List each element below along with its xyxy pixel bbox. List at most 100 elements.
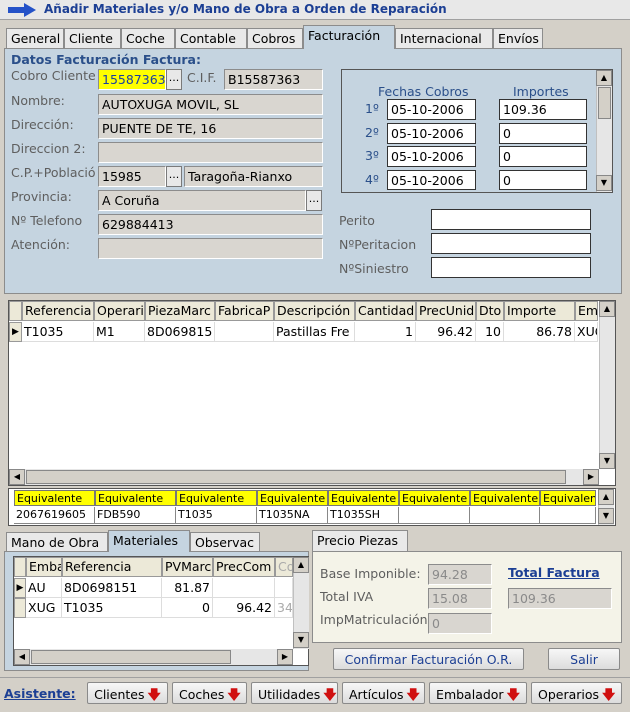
tab-precio-piezas[interactable]: Precio Piezas (312, 530, 408, 552)
peritacion-field[interactable] (431, 233, 591, 254)
scroll-up-icon[interactable]: ▲ (596, 70, 612, 86)
atencion-field[interactable] (98, 238, 323, 259)
total-factura-field[interactable]: 109.36 (508, 588, 612, 609)
tab-facturacion[interactable]: Facturación (303, 25, 395, 49)
col-descripcion[interactable]: Descripción (274, 301, 355, 321)
col-co[interactable]: Co (275, 557, 293, 577)
col-operario[interactable]: Operari (94, 301, 145, 321)
imp-matriculacion-field[interactable]: 0 (428, 613, 492, 634)
equivalente-value[interactable]: T1035 (176, 507, 257, 524)
col-em[interactable]: Em (575, 301, 598, 321)
col-cantidad[interactable]: Cantidad (355, 301, 416, 321)
scroll-up-icon[interactable]: ▲ (598, 489, 614, 505)
cobro-row-1-fecha[interactable]: 05-10-2006 (387, 99, 476, 120)
table-cell[interactable]: 0 (162, 598, 213, 618)
cobros-scrollbar[interactable]: ▲ ▼ (596, 70, 612, 192)
tab-observac[interactable]: Observac (190, 532, 260, 552)
direccion-field[interactable]: PUENTE DE TE, 16 (98, 118, 323, 139)
provincia-field[interactable]: A Coruña (98, 190, 306, 211)
table-cell[interactable]: M1 (94, 322, 145, 342)
col-dto[interactable]: Dto (476, 301, 504, 321)
scroll-right-icon[interactable]: ▶ (583, 469, 599, 485)
col-piezamarc[interactable]: PiezaMarc (145, 301, 215, 321)
operarios-button[interactable]: Operarios 🡇 (531, 682, 622, 704)
table-cell[interactable]: T1035 (22, 322, 94, 342)
salir-button[interactable]: Salir (548, 648, 620, 670)
tab-cobros[interactable]: Cobros (247, 28, 303, 48)
materiales-vscrollbar[interactable]: ▲ ▼ (293, 557, 309, 649)
table-cell[interactable] (213, 578, 275, 598)
tab-cliente[interactable]: Cliente (64, 28, 121, 48)
scroll-down-icon[interactable]: ▼ (598, 508, 614, 524)
scroll-thumb[interactable] (598, 87, 611, 119)
equivalente-value[interactable]: 2067619605 (14, 507, 95, 524)
cp-field[interactable]: 15985 (98, 166, 166, 187)
embalador-button[interactable]: Embalador 🡇 (429, 682, 527, 704)
cobro-row-4-fecha[interactable]: 05-10-2006 (387, 170, 476, 190)
lines-vscrollbar[interactable]: ▲ ▼ (599, 301, 615, 469)
equivalente-value[interactable]: T1035NA (257, 507, 328, 524)
col-fabricap[interactable]: FabricaP (215, 301, 274, 321)
table-cell[interactable]: XUG (575, 322, 598, 342)
equivalente-value[interactable] (540, 507, 596, 524)
table-cell[interactable]: AU (26, 578, 62, 598)
cobro-row-2-fecha[interactable]: 05-10-2006 (387, 123, 476, 144)
materiales-hscrollbar[interactable]: ◀ ▶ (14, 649, 293, 665)
table-cell[interactable] (215, 322, 274, 342)
direccion2-field[interactable] (98, 142, 323, 163)
total-iva-field[interactable]: 15.08 (428, 588, 492, 609)
cp-lookup-button[interactable]: ... (166, 166, 182, 187)
cobro-row-2-importe[interactable]: 0 (499, 123, 587, 144)
table-cell[interactable]: 1 (355, 322, 416, 342)
table-cell[interactable] (275, 578, 293, 598)
cobro-cliente-lookup-button[interactable]: ... (166, 69, 182, 90)
table-cell[interactable]: 81.87 (162, 578, 213, 598)
table-cell[interactable]: XUG (26, 598, 62, 618)
scroll-left-icon[interactable]: ◀ (9, 469, 25, 485)
table-cell[interactable]: 86.78 (504, 322, 575, 342)
equivalente-value[interactable]: FDB590 (95, 507, 176, 524)
confirmar-facturacion-button[interactable]: Confirmar Facturación O.R. (333, 648, 524, 670)
scroll-down-icon[interactable]: ▼ (599, 453, 615, 469)
cobro-row-4-importe[interactable]: 0 (499, 170, 587, 190)
col-pvmarc[interactable]: PVMarc (162, 557, 213, 577)
cobro-cliente-field[interactable]: 15587363 (98, 69, 166, 90)
cobro-row-3-importe[interactable]: 0 (499, 146, 587, 167)
telefono-field[interactable]: 629884413 (98, 214, 323, 235)
tab-coche[interactable]: Coche (121, 28, 175, 48)
lines-hscrollbar[interactable]: ◀ ▶ (9, 469, 599, 485)
table-cell[interactable]: 96.42 (213, 598, 275, 618)
scroll-thumb[interactable] (31, 650, 231, 664)
tab-general[interactable]: General (6, 28, 64, 48)
equivalente-value[interactable]: T1035SH (328, 507, 399, 524)
base-imponible-field[interactable]: 94.28 (428, 564, 492, 585)
table-cell[interactable]: 10 (476, 322, 504, 342)
provincia-lookup-button[interactable]: ... (306, 190, 322, 211)
col-precunid[interactable]: PrecUnid (416, 301, 476, 321)
siniestro-field[interactable] (431, 257, 591, 278)
table-cell[interactable]: T1035 (62, 598, 162, 618)
scroll-up-icon[interactable]: ▲ (599, 301, 615, 317)
cif-field[interactable]: B15587363 (224, 69, 323, 90)
cobro-row-3-fecha[interactable]: 05-10-2006 (387, 146, 476, 167)
tab-contable[interactable]: Contable (175, 28, 247, 48)
perito-field[interactable] (431, 209, 591, 230)
clientes-button[interactable]: Clientes 🡇 (87, 682, 168, 704)
cobro-row-1-importe[interactable]: 109.36 (499, 99, 587, 120)
equivalentes-scrollbar[interactable]: ▲ ▼ (598, 489, 614, 525)
col-referencia[interactable]: Referencia (62, 557, 162, 577)
col-importe[interactable]: Importe (504, 301, 575, 321)
scroll-down-icon[interactable]: ▼ (293, 632, 309, 648)
tab-envios[interactable]: Envíos (493, 28, 543, 48)
table-cell[interactable]: 8D069815 (145, 322, 215, 342)
coches-button[interactable]: Coches 🡇 (172, 682, 247, 704)
tab-materiales[interactable]: Materiales (108, 530, 190, 552)
col-preccom[interactable]: PrecCom (213, 557, 275, 577)
utilidades-button[interactable]: Utilidades 🡇 (251, 682, 338, 704)
tab-mano-de-obra[interactable]: Mano de Obra (6, 532, 108, 552)
scroll-right-icon[interactable]: ▶ (277, 649, 293, 665)
nombre-field[interactable]: AUTOXUGA MOVIL, SL (98, 94, 323, 115)
articulos-button[interactable]: Artículos 🡇 (342, 682, 425, 704)
table-cell[interactable]: 96.42 (416, 322, 476, 342)
table-cell[interactable]: 34 (275, 598, 293, 618)
